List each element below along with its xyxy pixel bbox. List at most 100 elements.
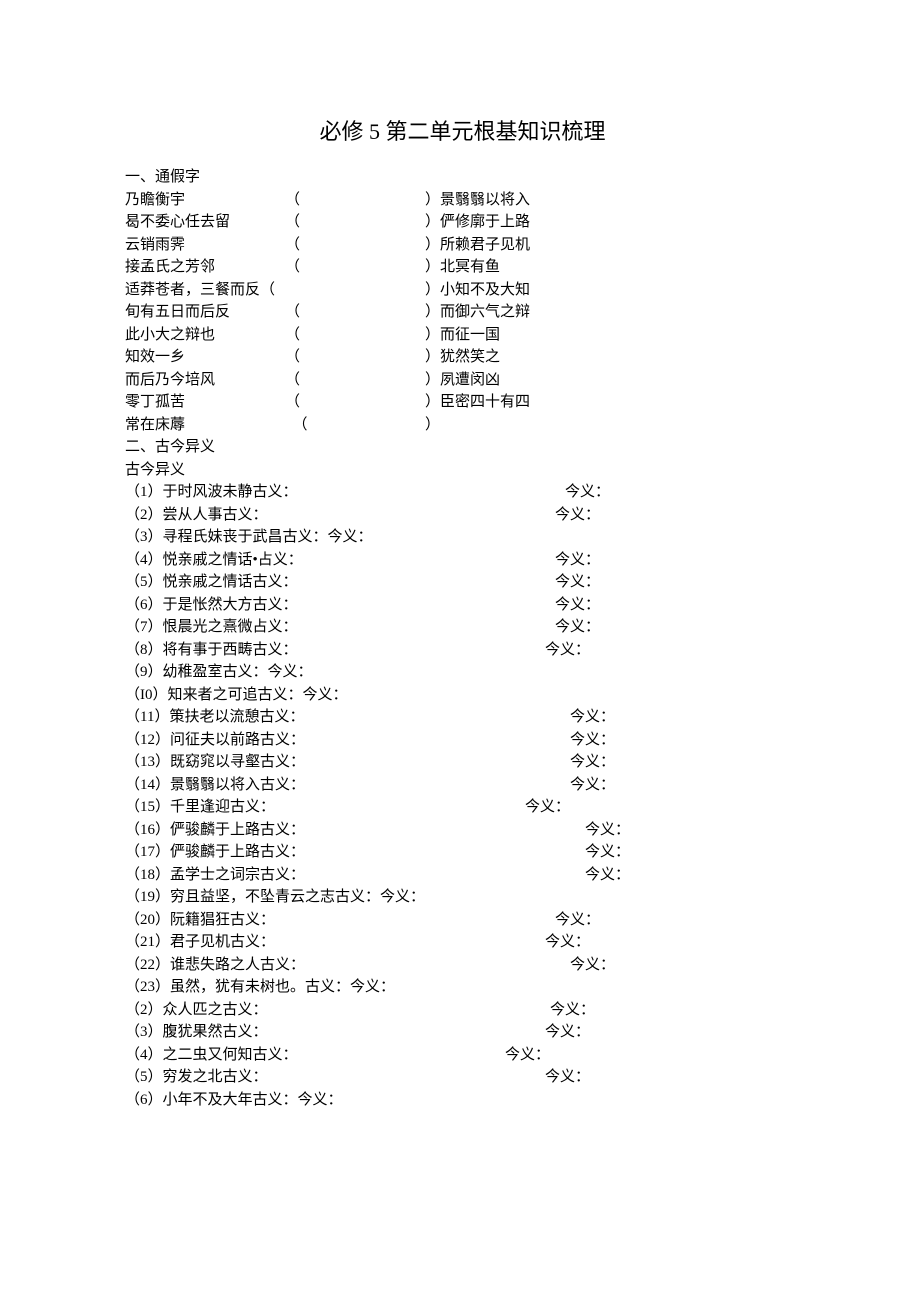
gujin-row: （21）君子见机古义：今义： <box>125 931 800 954</box>
item-left: （13）既窈窕以寻壑古义： <box>125 751 570 774</box>
phrase-right: ）犹然笑之 <box>425 346 500 369</box>
item-left: （2）众人匹之古义： <box>125 999 550 1022</box>
page-title: 必修 5 第二单元根基知识梳理 <box>125 115 800 148</box>
gujin-row: （5）穷发之北古义：今义： <box>125 1066 800 1089</box>
item-left: （12）问征夫以前路古义： <box>125 729 570 752</box>
item-left: （4）悦亲戚之情话•占义： <box>125 549 555 572</box>
phrase-right: ）夙遭闵凶 <box>425 369 500 392</box>
gujin-row: （11）策扶老以流憩古义：今义： <box>125 706 800 729</box>
gujin-row: （6）于是怅然大方古义：今义： <box>125 594 800 617</box>
item-right: 今义： <box>570 706 615 729</box>
section-2-heading-a: 二、古今异义 <box>125 436 800 459</box>
tongjia-row: 云销雨霁（）所赖君子见机 <box>125 234 800 257</box>
tongjia-row: 零丁孤苦（）臣密四十有四 <box>125 391 800 414</box>
item-right: 今义： <box>555 571 600 594</box>
item-left: （I0）知来者之可追古义：今义： <box>125 684 348 707</box>
item-right: 今义： <box>585 841 630 864</box>
phrase-right: ）臣密四十有四 <box>425 391 530 414</box>
gujin-row: （12）问征夫以前路古义：今义： <box>125 729 800 752</box>
item-left: （5）悦亲戚之情话古义： <box>125 571 555 594</box>
item-right: 今义： <box>550 999 595 1022</box>
document-page: 必修 5 第二单元根基知识梳理 一、通假字 乃瞻衡宇（）景翳翳以将入曷不委心任去… <box>0 0 920 1301</box>
tongjia-row: 常在床蓐 （） <box>125 414 800 437</box>
gujin-row: （I0）知来者之可追古义：今义： <box>125 684 800 707</box>
item-left: （20）阮籍猖狂古义： <box>125 909 555 932</box>
item-left: （22）谁悲失路之人古义： <box>125 954 570 977</box>
item-left: （21）君子见机古义： <box>125 931 545 954</box>
paren-open: （ <box>285 324 425 347</box>
item-right: 今义： <box>545 931 590 954</box>
phrase-right: ）小知不及大知 <box>425 279 530 302</box>
item-right: 今义： <box>585 819 630 842</box>
paren-open <box>285 279 425 302</box>
item-right: 今义： <box>570 751 615 774</box>
paren-open: （ <box>285 414 425 437</box>
item-right: 今义： <box>545 639 590 662</box>
phrase-left: 零丁孤苦 <box>125 391 285 414</box>
phrase-left: 知效一乡 <box>125 346 285 369</box>
gujin-row: （20）阮籍猖狂古义：今义： <box>125 909 800 932</box>
item-right: 今义： <box>555 616 600 639</box>
gujin-row: （19）穷且益坚，不坠青云之志古义：今义： <box>125 886 800 909</box>
section-2-body: （1）于时风波未静古义：今义：（2）尝从人事古义：今义：（3）寻程氏妹丧于武昌古… <box>125 481 800 1111</box>
phrase-left: 适莽苍者，三餐而反（ <box>125 279 285 302</box>
paren-open: （ <box>285 234 425 257</box>
gujin-row: （16）俨骏麟于上路古义：今义： <box>125 819 800 842</box>
gujin-row: （13）既窈窕以寻壑古义：今义： <box>125 751 800 774</box>
item-left: （6）小年不及大年古义：今义： <box>125 1089 343 1112</box>
gujin-row: （3）寻程氏妹丧于武昌古义：今义： <box>125 526 800 549</box>
paren-open: （ <box>285 211 425 234</box>
item-right: 今义： <box>565 481 610 504</box>
phrase-left: 云销雨霁 <box>125 234 285 257</box>
tongjia-row: 知效一乡（）犹然笑之 <box>125 346 800 369</box>
item-left: （23）虽然，犹有未树也。古义：今义： <box>125 976 395 999</box>
phrase-right: ）而御六气之辩 <box>425 301 530 324</box>
paren-open: （ <box>285 391 425 414</box>
phrase-left: 接孟氏之芳邻 <box>125 256 285 279</box>
gujin-row: （15）千里逢迎古义：今义： <box>125 796 800 819</box>
gujin-row: （14）景翳翳以将入古义：今义： <box>125 774 800 797</box>
item-left: （7）恨晨光之熹微占义： <box>125 616 555 639</box>
phrase-left: 乃瞻衡宇 <box>125 189 285 212</box>
item-left: （15）千里逢迎古义： <box>125 796 525 819</box>
tongjia-row: 接孟氏之芳邻（）北冥有鱼 <box>125 256 800 279</box>
item-right: 今义： <box>555 504 600 527</box>
gujin-row: （5）悦亲戚之情话古义：今义： <box>125 571 800 594</box>
item-left: （3）腹犹果然古义： <box>125 1021 545 1044</box>
paren-open: （ <box>285 256 425 279</box>
phrase-left: 而后乃今培风 <box>125 369 285 392</box>
phrase-left: 旬有五日而后反 <box>125 301 285 324</box>
phrase-right: ）所赖君子见机 <box>425 234 530 257</box>
section-1-heading: 一、通假字 <box>125 166 800 189</box>
section-2-heading-b: 古今异义 <box>125 459 800 482</box>
item-right: 今义： <box>555 594 600 617</box>
item-left: （16）俨骏麟于上路古义： <box>125 819 585 842</box>
item-left: （5）穷发之北古义： <box>125 1066 545 1089</box>
tongjia-row: 此小大之辩也（）而征一国 <box>125 324 800 347</box>
tongjia-row: 旬有五日而后反（）而御六气之辩 <box>125 301 800 324</box>
item-right: 今义： <box>570 729 615 752</box>
phrase-left: 此小大之辩也 <box>125 324 285 347</box>
item-right: 今义： <box>570 954 615 977</box>
item-left: （8）将有事于西畴古义： <box>125 639 545 662</box>
gujin-row: （6）小年不及大年古义：今义： <box>125 1089 800 1112</box>
phrase-right: ） <box>425 414 440 437</box>
item-left: （11）策扶老以流憩古义： <box>125 706 570 729</box>
phrase-right: ）景翳翳以将入 <box>425 189 530 212</box>
phrase-right: ）而征一国 <box>425 324 500 347</box>
item-right: 今义： <box>555 909 600 932</box>
item-left: （18）孟学士之词宗古义： <box>125 864 585 887</box>
item-left: （17）俨骏麟于上路古义： <box>125 841 585 864</box>
gujin-row: （17）俨骏麟于上路古义：今义： <box>125 841 800 864</box>
gujin-row: （2）众人匹之古义：今义： <box>125 999 800 1022</box>
phrase-right: ）俨修廓于上路 <box>425 211 530 234</box>
paren-open: （ <box>285 369 425 392</box>
paren-open: （ <box>285 189 425 212</box>
tongjia-row: 乃瞻衡宇（）景翳翳以将入 <box>125 189 800 212</box>
gujin-row: （7）恨晨光之熹微占义：今义： <box>125 616 800 639</box>
item-left: （2）尝从人事古义： <box>125 504 555 527</box>
paren-open: （ <box>285 301 425 324</box>
phrase-left: 曷不委心任去留 <box>125 211 285 234</box>
item-right: 今义： <box>585 864 630 887</box>
gujin-row: （9）幼稚盈室古义：今义： <box>125 661 800 684</box>
